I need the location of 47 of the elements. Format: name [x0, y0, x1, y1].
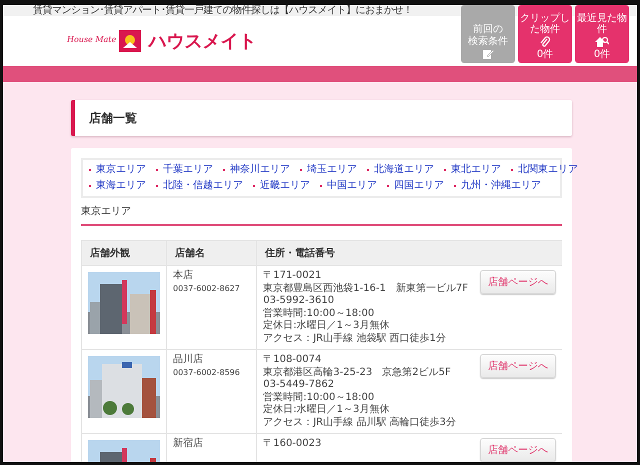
- store-phone: 0037-6002-8627: [173, 282, 241, 294]
- section-title: 東京エリア: [81, 204, 562, 226]
- page-title: 店舗一覧: [89, 110, 137, 126]
- address-line: 営業時間:10:00～18:00: [263, 308, 376, 320]
- store-name: 本店: [173, 270, 194, 282]
- address-line: 東京都豊島区西池袋1-16-1 新東第一ビル7F: [263, 282, 468, 295]
- area-link[interactable]: 北関東エリア: [511, 162, 578, 178]
- address-line: 定休日:水曜日／1～3月無休: [263, 320, 390, 332]
- address-line: 03-5992-3610: [263, 295, 336, 308]
- address-line: 定休日:水曜日／1～3月無休: [263, 404, 390, 416]
- store-page-button[interactable]: 店舗ページへ: [480, 270, 556, 294]
- column-header: 店舗名: [166, 240, 257, 266]
- area-link[interactable]: 北海道エリア: [367, 162, 434, 178]
- address-line: 〒171-0021: [263, 270, 322, 282]
- logo-name[interactable]: ハウスメイト: [148, 29, 256, 53]
- store-name: 新宿店: [173, 438, 204, 450]
- logo-script: House Mate: [67, 35, 116, 44]
- column-header: 住所・電話番号: [256, 240, 474, 266]
- header-tile[interactable]: 最近見た物件 0件: [575, 5, 629, 63]
- house-search-icon: [595, 36, 609, 48]
- address-line: アクセス：JR山手線 池袋駅 西口徒歩1分: [263, 332, 447, 345]
- area-link[interactable]: 千葉エリア: [156, 162, 213, 178]
- header-tile[interactable]: クリップした物件 0件: [518, 5, 572, 63]
- sun-logo-icon: [119, 30, 142, 52]
- area-link[interactable]: 北陸・信越エリア: [156, 178, 243, 194]
- store-page-button[interactable]: 店舗ページへ: [480, 354, 556, 378]
- store-phone: 0037-6002-8596: [173, 366, 241, 378]
- area-link[interactable]: 四国エリア: [387, 178, 444, 194]
- address-line: 03-5449-7862: [263, 379, 336, 392]
- area-link[interactable]: 埼玉エリア: [300, 162, 357, 178]
- area-link[interactable]: 東北エリア: [444, 162, 501, 178]
- area-link[interactable]: 九州・沖縄エリア: [454, 178, 541, 194]
- area-link[interactable]: 神奈川エリア: [223, 162, 290, 178]
- address-line: 東京都港区高輪3-25-23 京急第2ビル5F: [263, 366, 452, 379]
- address-line: 営業時間:10:00～18:00: [263, 392, 376, 404]
- address-line: 〒108-0074: [263, 354, 322, 366]
- store-name: 品川店: [173, 354, 204, 366]
- address-line: 〒160-0023: [263, 438, 322, 450]
- area-link[interactable]: 中国エリア: [320, 178, 377, 194]
- address-line: アクセス：JR山手線 品川駅 高輪口徒歩3分: [263, 416, 457, 429]
- paperclip-icon: [539, 36, 551, 48]
- column-header: 店舗外観: [82, 240, 166, 266]
- store-page-button[interactable]: 店舗ページへ: [480, 438, 556, 462]
- pencil-note-icon: [482, 48, 494, 60]
- area-link[interactable]: 近畿エリア: [253, 178, 310, 194]
- area-link[interactable]: 東京エリア: [89, 162, 146, 178]
- area-link[interactable]: 東海エリア: [89, 178, 146, 194]
